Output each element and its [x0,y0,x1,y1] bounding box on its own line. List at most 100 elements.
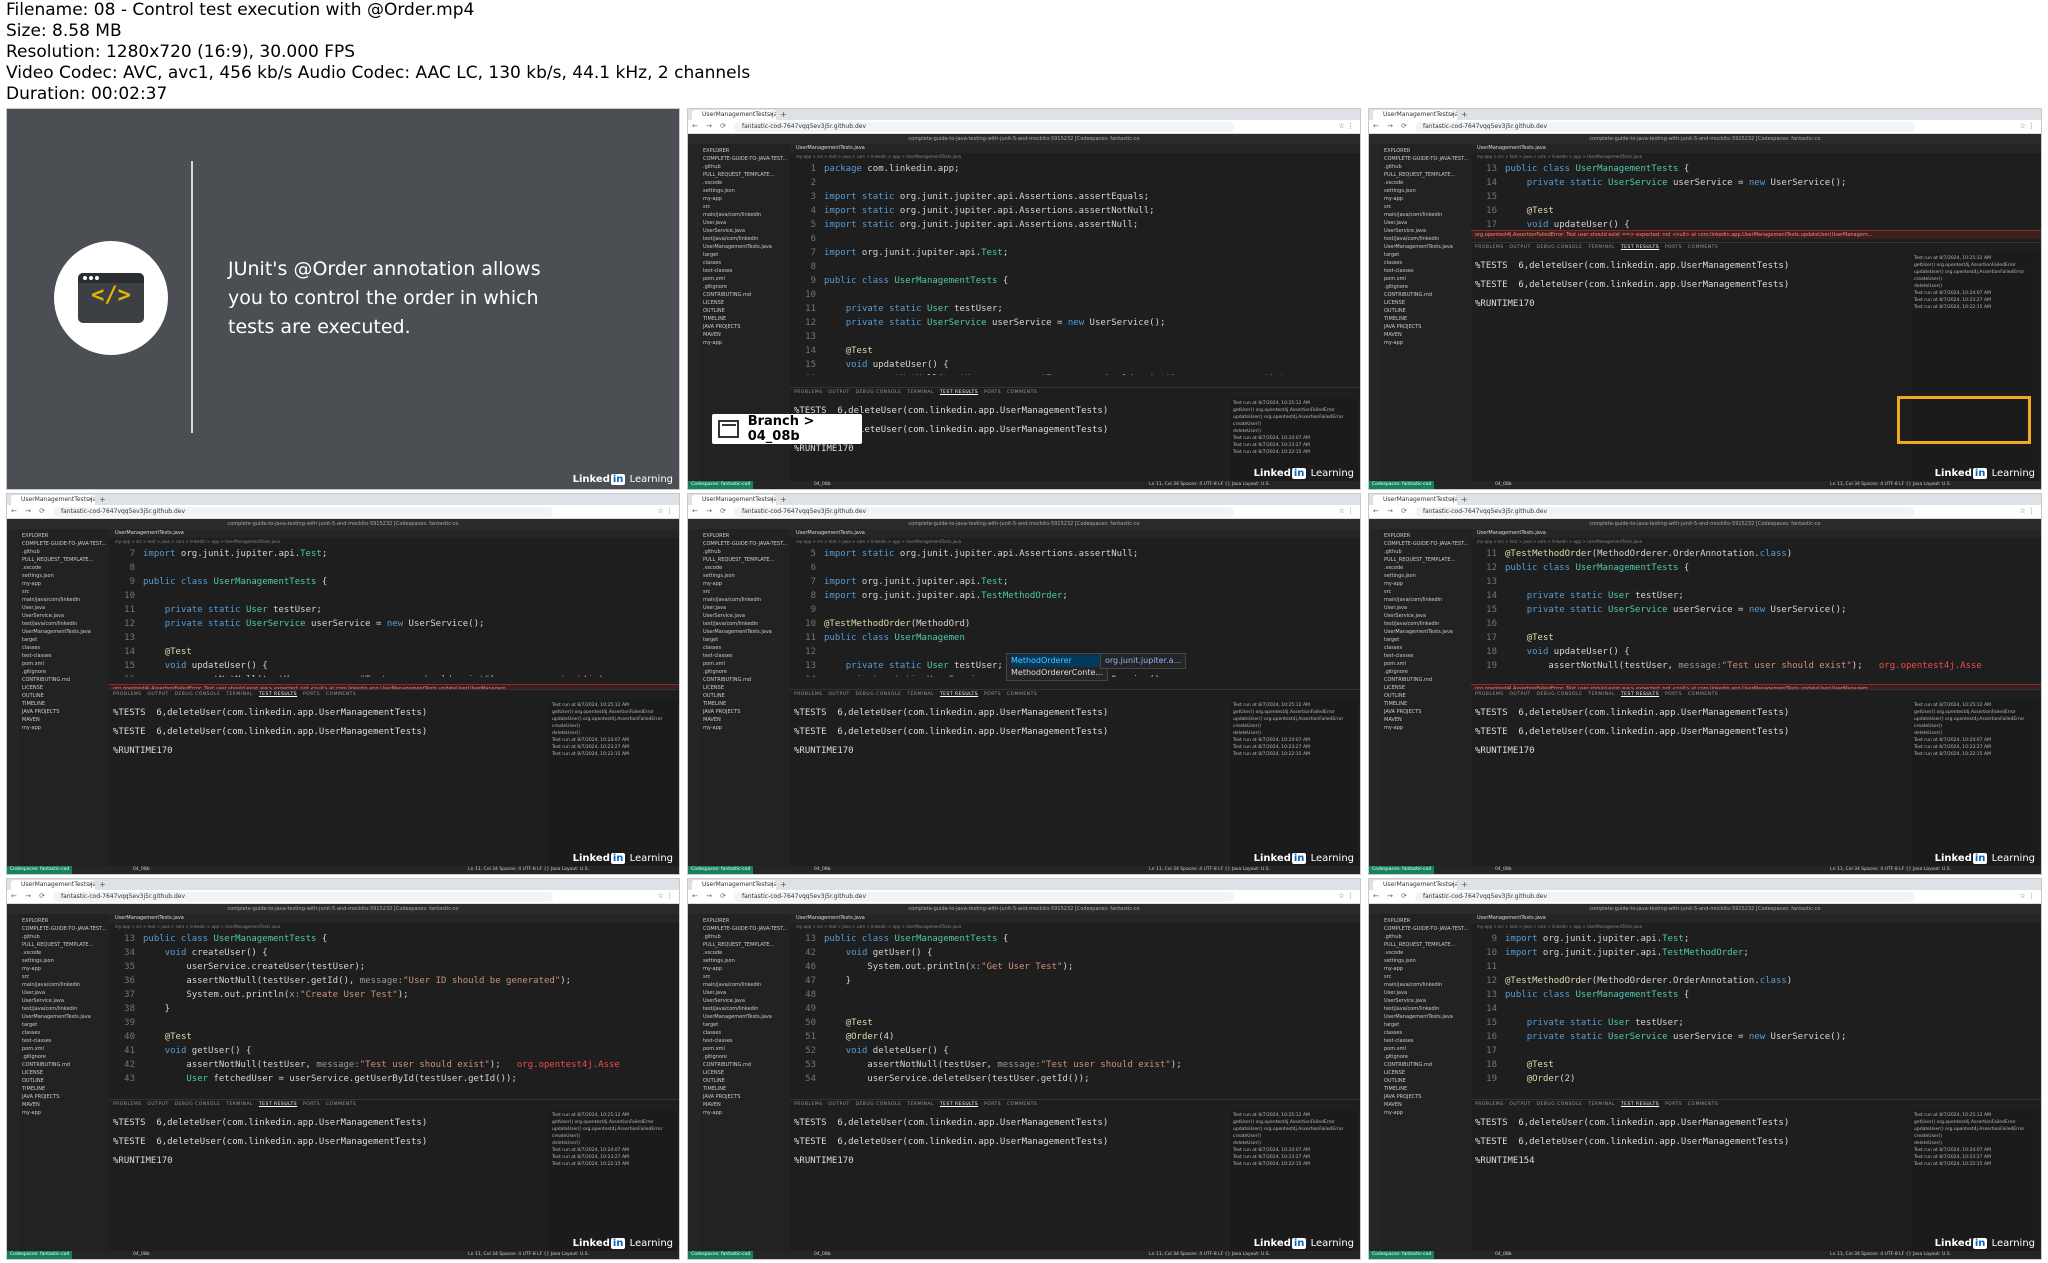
code-editor[interactable]: UserManagementTests.java my-app > src > t… [109,914,679,1087]
test-tree-item[interactable]: createUser() [552,723,674,730]
remote-indicator[interactable]: Codespaces: fantastic-cod [1369,1251,1435,1259]
explorer-item[interactable]: PULL_REQUEST_TEMPLATE... [1384,941,1468,949]
panel-tab[interactable]: TEST RESULTS [1621,245,1659,250]
explorer-item[interactable]: pom.xml [22,1045,106,1053]
remote-indicator[interactable]: Codespaces: fantastic-cod [1369,866,1435,874]
panel-tab[interactable]: COMMENTS [326,1102,356,1107]
explorer-item[interactable]: MAVEN [703,1101,787,1109]
explorer-item[interactable]: UserManagementTests.java [22,1013,106,1021]
branch-indicator[interactable]: 04_08b [133,1252,150,1257]
explorer-item[interactable]: .gitignore [703,283,787,291]
explorer-item[interactable]: LICENSE [1384,1069,1468,1077]
explorer-item[interactable]: .vscode [22,564,106,572]
test-tree-item[interactable]: Test run at 8/7/2024, 10:23:27 AM [1914,744,2036,751]
test-tree-item[interactable]: updateUser() org.opentest4j.AssertionFai… [1233,1126,1355,1133]
explorer-item[interactable]: pom.xml [1384,1045,1468,1053]
test-tree-item[interactable]: Test run at 8/7/2024, 10:22:15 AM [1914,751,2036,758]
panel-tab[interactable]: TEST RESULTS [1621,1102,1659,1107]
test-tree-item[interactable]: getUser() org.opentest4j.AssertionFailed… [552,1119,674,1126]
explorer-item[interactable]: OUTLINE [1384,307,1468,315]
explorer-item[interactable]: TIMELINE [703,700,787,708]
url-field[interactable]: fantastic-cod-7647vqq5ev3j5r.github.dev [53,507,553,517]
test-tree-item[interactable]: deleteUser() [1233,428,1355,435]
browser-tab[interactable]: UserManagementTests.java× [1373,110,1457,120]
branch-indicator[interactable]: 04_08b [1495,482,1512,487]
panel-tab[interactable]: PROBLEMS [794,692,823,697]
browser-tab[interactable]: UserManagementTests.java× [692,110,776,120]
test-tree-item[interactable]: Test run at 8/7/2024, 10:22:15 AM [552,1161,674,1168]
explorer-item[interactable]: main/java/com/linkedin [22,596,106,604]
explorer-item[interactable]: classes [1384,259,1468,267]
explorer-item[interactable]: settings.json [1384,572,1468,580]
explorer-item[interactable]: target [703,1021,787,1029]
explorer-item[interactable]: target [22,1021,106,1029]
panel-tab[interactable]: PORTS [303,1102,320,1107]
panel-tab[interactable]: DEBUG CONSOLE [856,390,902,395]
explorer-item[interactable]: UserManagementTests.java [703,628,787,636]
explorer-item[interactable]: TIMELINE [1384,1085,1468,1093]
editor-tab[interactable]: UserManagementTests.java [790,914,1360,923]
explorer-item[interactable]: target [22,636,106,644]
panel-tab[interactable]: COMMENTS [1007,390,1037,395]
new-tab-icon[interactable]: + [99,880,106,889]
code-editor[interactable]: UserManagementTests.java my-app > src > t… [790,914,1360,1087]
explorer-item[interactable]: settings.json [1384,957,1468,965]
explorer-item[interactable]: .github [22,548,106,556]
explorer-item[interactable]: CONTRIBUTING.md [22,1061,106,1069]
test-tree-item[interactable]: getUser() org.opentest4j.AssertionFailed… [552,709,674,716]
editor-tab[interactable]: UserManagementTests.java [790,529,1360,538]
explorer-item[interactable]: .github [1384,933,1468,941]
explorer-item[interactable]: JAVA PROJECTS [1384,708,1468,716]
test-tree-item[interactable]: Test run at 8/7/2024, 10:25:12 AM [1914,702,2036,709]
explorer-item[interactable]: COMPLETE-GUIDE-TO-JAVA-TEST... [703,540,787,548]
explorer-item[interactable]: .github [703,163,787,171]
explorer-item[interactable]: test-classes [1384,267,1468,275]
test-tree-item[interactable]: Test run at 8/7/2024, 10:24:07 AM [1233,737,1355,744]
test-tree-item[interactable]: updateUser() org.opentest4j.AssertionFai… [1233,716,1355,723]
editor-tab[interactable]: UserManagementTests.java [1471,529,2041,538]
panel-tab[interactable]: DEBUG CONSOLE [856,692,902,697]
test-tree-item[interactable]: Test run at 8/7/2024, 10:22:15 AM [1914,1161,2036,1168]
panel-tab[interactable]: PORTS [984,390,1001,395]
explorer-item[interactable]: test/java/com/linkedin [22,1005,106,1013]
command-center[interactable]: complete-guide-to-java-testing-with-juni… [688,134,1360,144]
test-tree-item[interactable]: Test run at 8/7/2024, 10:23:27 AM [552,744,674,751]
command-center[interactable]: complete-guide-to-java-testing-with-juni… [7,519,679,529]
explorer-item[interactable]: MAVEN [1384,716,1468,724]
explorer-item[interactable]: PULL_REQUEST_TEMPLATE... [22,556,106,564]
explorer-item[interactable]: TIMELINE [703,1085,787,1093]
test-tree-item[interactable]: Test run at 8/7/2024, 10:22:15 AM [1233,449,1355,456]
new-tab-icon[interactable]: + [780,495,787,504]
explorer-item[interactable]: OUTLINE [703,1077,787,1085]
command-center[interactable]: complete-guide-to-java-testing-with-juni… [688,519,1360,529]
panel-tab[interactable]: DEBUG CONSOLE [856,1102,902,1107]
explorer-item[interactable]: LICENSE [703,684,787,692]
test-tree-item[interactable]: Test run at 8/7/2024, 10:22:15 AM [1233,1161,1355,1168]
test-tree-item[interactable]: Test run at 8/7/2024, 10:22:15 AM [1233,751,1355,758]
explorer-item[interactable]: .gitignore [703,668,787,676]
test-tree-item[interactable]: createUser() [1914,723,2036,730]
url-field[interactable]: fantastic-cod-7647vqq5ev3j5r.github.dev [1415,892,1915,902]
nav-arrows-icon[interactable]: ← → ⟳ [11,507,48,515]
test-tree-item[interactable]: updateUser() org.opentest4j.AssertionFai… [1233,414,1355,421]
code-editor[interactable]: UserManagementTests.java my-app > src > t… [1471,529,2041,677]
explorer-item[interactable]: .gitignore [703,1053,787,1061]
explorer-item[interactable]: pom.xml [703,660,787,668]
panel-tab[interactable]: COMMENTS [326,692,356,697]
explorer-item[interactable]: EXPLORER [22,917,106,925]
explorer-item[interactable]: my-app [1384,1109,1468,1117]
close-icon[interactable]: × [1450,495,1455,505]
panel-tab[interactable]: TERMINAL [1588,1102,1615,1107]
test-tree-item[interactable]: deleteUser() [1914,1140,2036,1147]
panel-tab[interactable]: TEST RESULTS [259,692,297,697]
url-field[interactable]: fantastic-cod-7647vqq5ev3j5r.github.dev [734,122,1234,132]
explorer-item[interactable]: classes [22,1029,106,1037]
explorer-item[interactable]: classes [22,644,106,652]
test-tree-item[interactable]: Test run at 8/7/2024, 10:23:27 AM [1233,442,1355,449]
explorer-item[interactable]: src [703,973,787,981]
explorer-item[interactable]: COMPLETE-GUIDE-TO-JAVA-TEST... [22,925,106,933]
explorer-item[interactable]: .github [1384,163,1468,171]
panel-tab[interactable]: PROBLEMS [113,1102,142,1107]
explorer-item[interactable]: target [1384,1021,1468,1029]
test-tree-item[interactable]: Test run at 8/7/2024, 10:23:27 AM [1914,1154,2036,1161]
